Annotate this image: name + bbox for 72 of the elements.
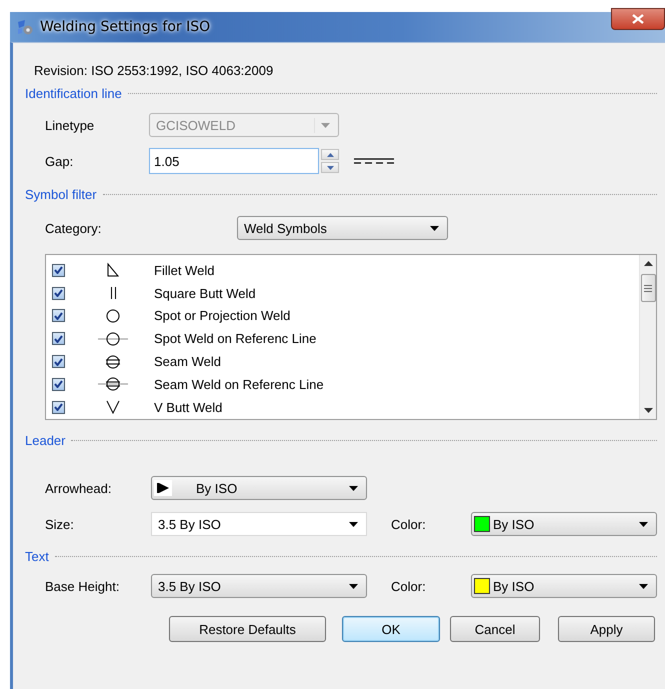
checkmark-icon: [54, 403, 63, 412]
list-item-label[interactable]: Fillet Weld: [154, 262, 214, 278]
section-heading: Text: [25, 548, 50, 564]
checkbox[interactable]: [52, 332, 65, 346]
spin-up-button[interactable]: [321, 149, 339, 160]
dropdown-caret-icon: [349, 522, 358, 526]
list-item-label[interactable]: Spot Weld on Referenc Line: [154, 331, 316, 346]
field-label: Size:: [44, 516, 75, 532]
list-item-label[interactable]: Seam Weld: [154, 354, 221, 370]
dialog-button[interactable]: Restore Defaults: [169, 616, 326, 642]
window-title: Welding Settings for ISO: [40, 19, 210, 35]
app-icon: [16, 19, 34, 35]
checkmark-icon: [54, 312, 63, 320]
dashed-line-preview-icon: [354, 158, 394, 164]
base-height-dropdown[interactable]: 3.5 By ISO: [151, 574, 367, 598]
close-button[interactable]: [611, 8, 665, 30]
list-item-label[interactable]: Seam Weld on Referenc Line: [154, 376, 324, 392]
category-dropdown[interactable]: Weld Symbols: [237, 216, 448, 240]
up-arrow-icon: [326, 152, 334, 156]
weld-symbol-icon: [110, 285, 116, 302]
scroll-down-icon: [644, 408, 652, 413]
list-item-label[interactable]: Square Butt Weld: [154, 286, 256, 301]
gap-field[interactable]: 1.05: [149, 148, 319, 174]
dropdown-caret-icon: [430, 226, 439, 230]
checkbox[interactable]: [52, 378, 65, 391]
dialog-button[interactable]: Apply: [558, 616, 655, 642]
dropdown-caret-icon: [639, 522, 648, 526]
section-heading: Leader: [25, 432, 66, 448]
list-item-label[interactable]: Spot or Projection Weld: [154, 308, 290, 324]
dialog-button[interactable]: Cancel: [450, 616, 540, 642]
color-dropdown[interactable]: By ISO: [471, 512, 657, 536]
field-label: Base Height:: [44, 578, 120, 594]
dropdown-caret-icon: [321, 122, 330, 128]
dialog-button[interactable]: OK: [342, 616, 440, 642]
field-label: Category:: [44, 220, 102, 236]
checkbox[interactable]: [52, 400, 65, 414]
checkmark-icon: [54, 289, 63, 298]
spin-down-button[interactable]: [321, 162, 339, 173]
checkbox[interactable]: [52, 355, 65, 368]
checkbox[interactable]: [52, 309, 65, 322]
weld-symbol-icon: [98, 376, 128, 392]
field-label: Arrowhead:: [44, 480, 112, 496]
weld-symbol-icon: [98, 330, 128, 347]
field-label: Linetype: [44, 118, 96, 132]
dropdown-caret-icon: [349, 486, 358, 490]
dropdown-caret-icon: [639, 584, 648, 588]
checkmark-icon: [54, 334, 63, 343]
scroll-up-icon: [644, 261, 652, 266]
arrowhead-icon: [154, 480, 172, 496]
section-heading: Identification line: [25, 86, 123, 100]
section-heading: Symbol filter: [25, 186, 98, 202]
field-label: Color:: [390, 578, 427, 594]
scrollbar-thumb[interactable]: [640, 274, 656, 302]
checkmark-icon: [54, 380, 63, 388]
arrowhead-dropdown[interactable]: By ISO: [151, 476, 367, 500]
checkmark-icon: [54, 266, 63, 274]
checkbox[interactable]: [52, 286, 65, 300]
close-icon: [632, 14, 644, 24]
color-dropdown[interactable]: By ISO: [471, 574, 657, 598]
field-label: Color:: [390, 516, 427, 532]
scrollbar[interactable]: [639, 255, 656, 419]
weld-symbol-icon: [104, 308, 122, 324]
grip-icon: [644, 284, 652, 292]
checkbox[interactable]: [52, 264, 65, 277]
size-combobox[interactable]: 3.5 By ISO: [151, 512, 367, 536]
down-arrow-icon: [326, 166, 334, 170]
list-item-label[interactable]: V Butt Weld: [154, 400, 222, 415]
field-label: Gap:: [44, 154, 74, 168]
dropdown-caret-icon: [349, 584, 358, 588]
weld-symbol-icon: [104, 354, 122, 370]
checkmark-icon: [54, 358, 63, 366]
weld-symbol-icon: [104, 399, 122, 416]
